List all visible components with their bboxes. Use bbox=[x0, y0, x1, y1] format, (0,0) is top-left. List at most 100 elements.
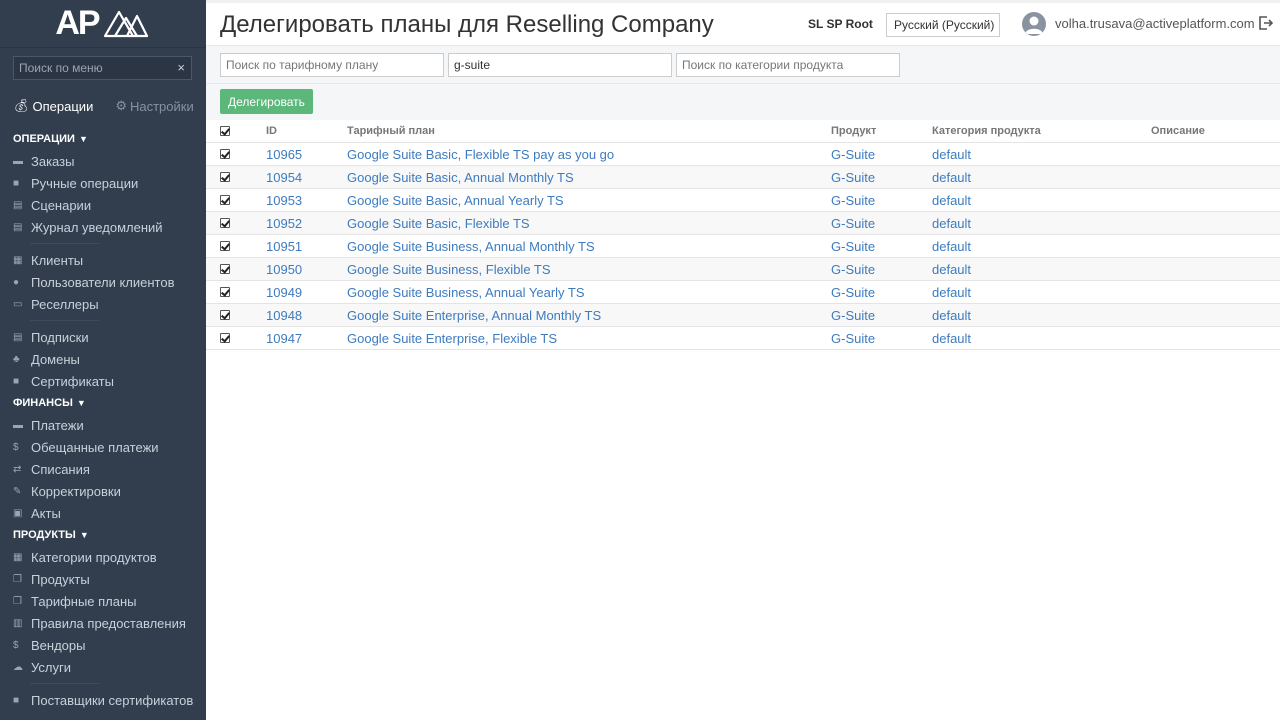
category-link[interactable]: default bbox=[932, 281, 971, 303]
plan-id-link[interactable]: 10951 bbox=[266, 235, 302, 257]
sidebar-item-payments[interactable]: ▬ Платежи bbox=[13, 414, 206, 436]
select-all-checkbox[interactable] bbox=[220, 126, 230, 136]
sidebar-item-manual-ops[interactable]: ■ Ручные операции bbox=[13, 172, 206, 194]
product-link[interactable]: G-Suite bbox=[831, 258, 875, 280]
delegate-button[interactable]: Делегировать bbox=[220, 89, 313, 114]
sidebar-item-label: Сертификаты bbox=[31, 373, 114, 389]
sidebar-item-vendors[interactable]: $ Вендоры bbox=[13, 634, 206, 656]
plan-name-link[interactable]: Google Suite Enterprise, Annual Monthly … bbox=[347, 304, 601, 326]
sidebar-item-clients[interactable]: ▦ Клиенты bbox=[13, 249, 206, 271]
pencil-icon: ✎ bbox=[13, 485, 22, 497]
category-link[interactable]: default bbox=[932, 166, 971, 188]
row-checkbox[interactable] bbox=[220, 241, 230, 251]
plan-id-link[interactable]: 10950 bbox=[266, 258, 302, 280]
plan-name-link[interactable]: Google Suite Business, Flexible TS bbox=[347, 258, 551, 280]
sidebar-item-cert-providers[interactable]: ■ Поставщики сертификатов bbox=[13, 689, 206, 711]
category-link[interactable]: default bbox=[932, 212, 971, 234]
sidebar-item-resellers[interactable]: ▭ Реселлеры bbox=[13, 293, 206, 315]
row-checkbox[interactable] bbox=[220, 287, 230, 297]
sidebar-item-promised-payments[interactable]: $ Обещанные платежи bbox=[13, 436, 206, 458]
plan-name-link[interactable]: Google Suite Business, Annual Yearly TS bbox=[347, 281, 585, 303]
language-select[interactable]: Русский (Русский) bbox=[886, 13, 1000, 37]
logo[interactable]: AP bbox=[0, 0, 206, 48]
plan-id-link[interactable]: 10952 bbox=[266, 212, 302, 234]
plan-name-link[interactable]: Google Suite Basic, Annual Yearly TS bbox=[347, 189, 564, 211]
plan-name-link[interactable]: Google Suite Basic, Flexible TS pay as y… bbox=[347, 143, 614, 165]
sidebar-item-certificates[interactable]: ■ Сертификаты bbox=[13, 370, 206, 392]
account-name[interactable]: SL SP Root bbox=[808, 17, 873, 31]
plan-id-link[interactable]: 10965 bbox=[266, 143, 302, 165]
column-header-category[interactable]: Категория продукта bbox=[932, 120, 1041, 142]
row-checkbox[interactable] bbox=[220, 149, 230, 159]
row-select-cell bbox=[220, 304, 230, 326]
sidebar-item-client-users[interactable]: ● Пользователи клиентов bbox=[13, 271, 206, 293]
row-checkbox[interactable] bbox=[220, 264, 230, 274]
plan-name-link[interactable]: Google Suite Basic, Annual Monthly TS bbox=[347, 166, 574, 188]
plan-id-link[interactable]: 10954 bbox=[266, 166, 302, 188]
section-products[interactable]: ПРОДУКТЫ ▼ bbox=[13, 524, 206, 546]
lock-icon: ■ bbox=[13, 694, 20, 706]
row-checkbox[interactable] bbox=[220, 172, 230, 182]
column-header-description[interactable]: Описание bbox=[1151, 120, 1205, 142]
table-row: 10950 Google Suite Business, Flexible TS G… bbox=[206, 258, 1280, 281]
sidebar-item-domains[interactable]: ♣ Домены bbox=[13, 348, 206, 370]
sidebar-item-writeoffs[interactable]: ⇄ Списания bbox=[13, 458, 206, 480]
plan-name-link[interactable]: Google Suite Business, Annual Monthly TS bbox=[347, 235, 595, 257]
sidebar-item-product-categories[interactable]: ▦ Категории продуктов bbox=[13, 546, 206, 568]
product-link[interactable]: G-Suite bbox=[831, 235, 875, 257]
section-finance[interactable]: ФИНАНСЫ ▼ bbox=[13, 392, 206, 414]
category-link[interactable]: default bbox=[932, 189, 971, 211]
plan-name-link[interactable]: Google Suite Basic, Flexible TS bbox=[347, 212, 530, 234]
category-link[interactable]: default bbox=[932, 143, 971, 165]
plan-search-input[interactable] bbox=[221, 54, 443, 76]
row-select-cell bbox=[220, 258, 230, 280]
plan-id-link[interactable]: 10948 bbox=[266, 304, 302, 326]
product-link[interactable]: G-Suite bbox=[831, 143, 875, 165]
sidebar-item-provision-rules[interactable]: ▥ Правила предоставления bbox=[13, 612, 206, 634]
clear-search-icon[interactable]: × bbox=[177, 60, 185, 75]
tab-settings[interactable]: ⚙ Настройки bbox=[115, 98, 193, 114]
row-checkbox[interactable] bbox=[220, 333, 230, 343]
category-link[interactable]: default bbox=[932, 258, 971, 280]
sidebar-item-orders[interactable]: ▬ Заказы bbox=[13, 150, 206, 172]
category-link[interactable]: default bbox=[932, 327, 971, 349]
product-search-input[interactable] bbox=[449, 54, 671, 76]
column-header-plan[interactable]: Тарифный план bbox=[347, 120, 435, 142]
product-link[interactable]: G-Suite bbox=[831, 304, 875, 326]
menu-search-input[interactable] bbox=[14, 57, 191, 79]
sidebar-item-products[interactable]: ❐ Продукты bbox=[13, 568, 206, 590]
plan-id-link[interactable]: 10953 bbox=[266, 189, 302, 211]
section-operations-label: ОПЕРАЦИИ bbox=[13, 133, 75, 145]
product-link[interactable]: G-Suite bbox=[831, 212, 875, 234]
column-header-product[interactable]: Продукт bbox=[831, 120, 876, 142]
plan-id-link[interactable]: 10949 bbox=[266, 281, 302, 303]
avatar[interactable] bbox=[1022, 12, 1046, 36]
tab-operations[interactable]: 💰︎ Операции bbox=[13, 98, 93, 114]
divider bbox=[30, 683, 100, 684]
row-checkbox[interactable] bbox=[220, 218, 230, 228]
sidebar-item-label: Корректировки bbox=[31, 483, 121, 499]
product-link[interactable]: G-Suite bbox=[831, 281, 875, 303]
product-link[interactable]: G-Suite bbox=[831, 189, 875, 211]
row-checkbox[interactable] bbox=[220, 195, 230, 205]
row-checkbox[interactable] bbox=[220, 310, 230, 320]
category-link[interactable]: default bbox=[932, 304, 971, 326]
user-email[interactable]: volha.trusava@activeplatform.com bbox=[1055, 16, 1255, 31]
logout-icon[interactable] bbox=[1258, 15, 1274, 36]
plan-name-link[interactable]: Google Suite Enterprise, Flexible TS bbox=[347, 327, 557, 349]
column-header-id[interactable]: ID bbox=[266, 120, 277, 142]
section-operations[interactable]: ОПЕРАЦИИ ▼ bbox=[13, 128, 206, 150]
sidebar-item-notifications[interactable]: ▤ Журнал уведомлений bbox=[13, 216, 206, 238]
sidebar-item-subscriptions[interactable]: ▤ Подписки bbox=[13, 326, 206, 348]
product-link[interactable]: G-Suite bbox=[831, 166, 875, 188]
sidebar-item-acts[interactable]: ▣ Акты bbox=[13, 502, 206, 524]
sidebar-item-scenarios[interactable]: ▤ Сценарии bbox=[13, 194, 206, 216]
category-link[interactable]: default bbox=[932, 235, 971, 257]
category-filter bbox=[676, 53, 900, 77]
sidebar-item-plans[interactable]: ❐ Тарифные планы bbox=[13, 590, 206, 612]
plan-id-link[interactable]: 10947 bbox=[266, 327, 302, 349]
category-search-input[interactable] bbox=[677, 54, 899, 76]
product-link[interactable]: G-Suite bbox=[831, 327, 875, 349]
sidebar-item-adjustments[interactable]: ✎ Корректировки bbox=[13, 480, 206, 502]
sidebar-item-services[interactable]: ☁ Услуги bbox=[13, 656, 206, 678]
